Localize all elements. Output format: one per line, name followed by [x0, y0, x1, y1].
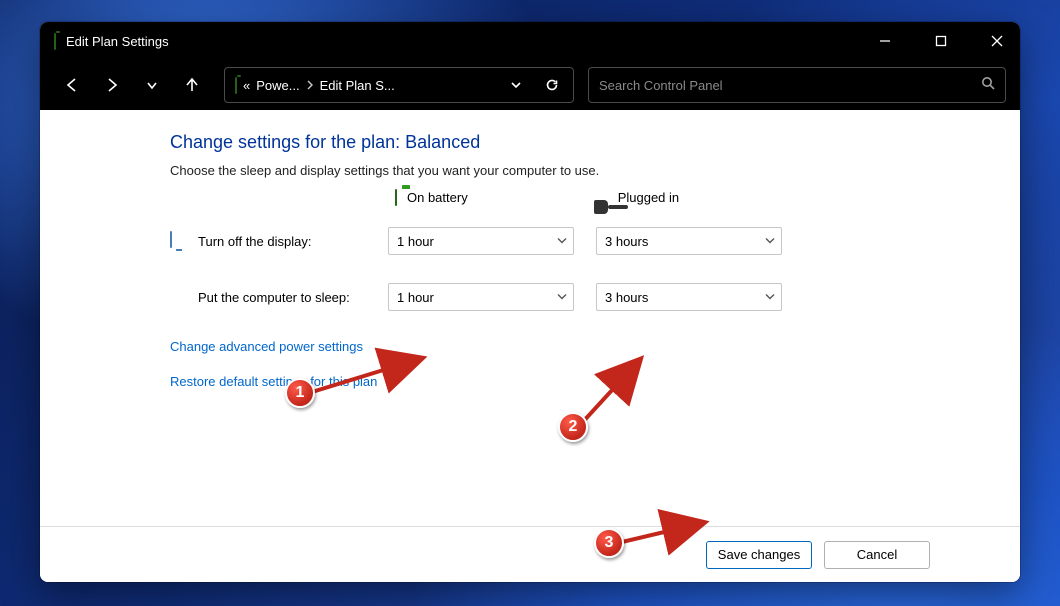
display-on-battery-value: 1 hour	[397, 234, 434, 249]
row-turn-off-display: Turn off the display: 1 hour 3 hours	[170, 227, 990, 255]
chevron-down-icon	[765, 290, 775, 305]
address-bar[interactable]: « Powe... Edit Plan S...	[224, 67, 574, 103]
column-plugged-in-label: Plugged in	[618, 190, 679, 205]
monitor-icon	[170, 232, 188, 250]
maximize-button[interactable]	[918, 22, 964, 60]
crumb-power-options[interactable]: Powe...	[256, 78, 299, 93]
display-plugged-in-value: 3 hours	[605, 234, 648, 249]
save-changes-label: Save changes	[718, 547, 800, 562]
forward-button[interactable]	[94, 67, 130, 103]
breadcrumb: « Powe... Edit Plan S...	[243, 78, 495, 93]
row-put-computer-to-sleep: Put the computer to sleep: 1 hour 3 hour…	[170, 283, 990, 311]
sleep-plugged-in-value: 3 hours	[605, 290, 648, 305]
link-restore-defaults[interactable]: Restore default settings for this plan	[170, 374, 990, 389]
row-display-label: Turn off the display:	[198, 234, 388, 249]
up-button[interactable]	[174, 67, 210, 103]
link-advanced-power-settings[interactable]: Change advanced power settings	[170, 339, 990, 354]
content-pane: Change settings for the plan: Balanced C…	[40, 110, 1020, 526]
search-input[interactable]	[599, 78, 981, 93]
page-subtext: Choose the sleep and display settings th…	[170, 163, 990, 178]
sleep-on-battery-select[interactable]: 1 hour	[388, 283, 574, 311]
chevron-down-icon	[557, 290, 567, 305]
display-on-battery-select[interactable]: 1 hour	[388, 227, 574, 255]
search-box[interactable]	[588, 67, 1006, 103]
column-on-battery: On battery	[395, 190, 468, 205]
cancel-button[interactable]: Cancel	[824, 541, 930, 569]
column-plugged-in: Plugged in	[608, 190, 679, 205]
nav-toolbar: « Powe... Edit Plan S...	[40, 60, 1020, 110]
row-sleep-label: Put the computer to sleep:	[198, 290, 388, 305]
edit-plan-settings-window: Edit Plan Settings « Powe...	[40, 22, 1020, 582]
moon-icon	[170, 288, 188, 306]
battery-icon	[395, 190, 397, 205]
crumb-prefix: «	[243, 78, 250, 93]
column-on-battery-label: On battery	[407, 190, 468, 205]
address-history-button[interactable]	[501, 70, 531, 100]
crumb-edit-plan[interactable]: Edit Plan S...	[320, 78, 395, 93]
window-title: Edit Plan Settings	[66, 34, 169, 49]
back-button[interactable]	[54, 67, 90, 103]
chevron-down-icon	[557, 234, 567, 249]
page-heading: Change settings for the plan: Balanced	[170, 132, 990, 153]
refresh-button[interactable]	[537, 70, 567, 100]
chevron-right-icon	[306, 78, 314, 93]
close-button[interactable]	[974, 22, 1020, 60]
sleep-plugged-in-select[interactable]: 3 hours	[596, 283, 782, 311]
address-icon	[235, 78, 237, 93]
cancel-label: Cancel	[857, 547, 897, 562]
save-changes-button[interactable]: Save changes	[706, 541, 812, 569]
footer-bar: Save changes Cancel	[40, 526, 1020, 582]
display-plugged-in-select[interactable]: 3 hours	[596, 227, 782, 255]
search-icon	[981, 76, 995, 95]
titlebar: Edit Plan Settings	[40, 22, 1020, 60]
sleep-on-battery-value: 1 hour	[397, 290, 434, 305]
recent-dropdown-button[interactable]	[134, 67, 170, 103]
app-icon	[54, 34, 56, 49]
chevron-down-icon	[765, 234, 775, 249]
minimize-button[interactable]	[862, 22, 908, 60]
